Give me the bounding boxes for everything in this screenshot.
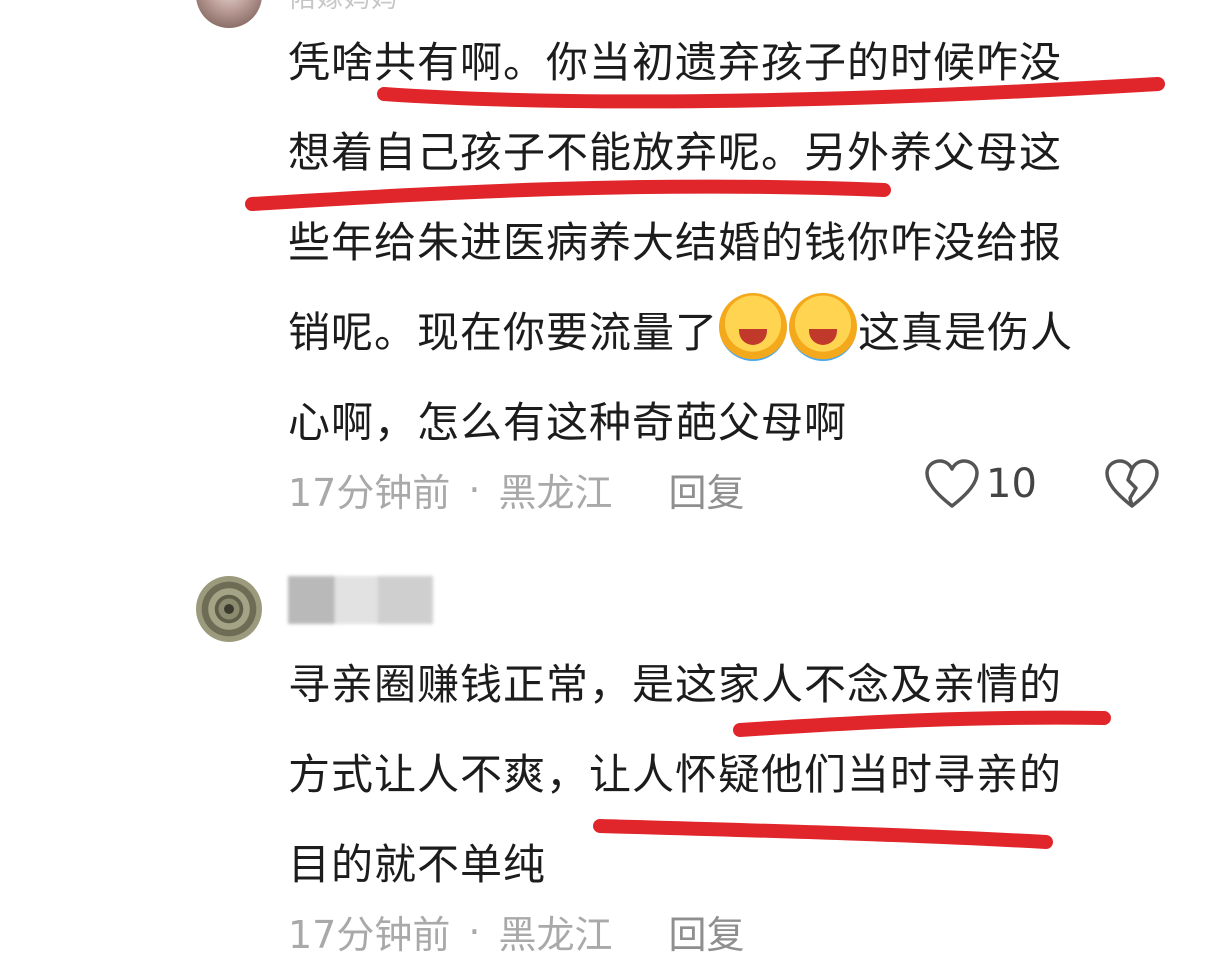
- comment-line: 寻亲圈赚钱正常，是这家人不念及亲情的: [288, 660, 1063, 709]
- timestamp: 17分钟前: [288, 471, 451, 515]
- comment-line-text: 这真是伤人: [858, 308, 1074, 357]
- location: 黑龙江: [498, 471, 613, 515]
- comment-line: 目的就不单纯: [288, 840, 547, 889]
- timestamp: 17分钟前: [288, 913, 451, 957]
- username[interactable]: 陪嫁妈妈: [290, 0, 398, 15]
- comment-meta: 17分钟前 · 黑龙江 回复: [288, 462, 744, 517]
- like-button[interactable]: 10: [924, 458, 1037, 510]
- comment-body: 凭啥共有啊。你当初遗弃孩子的时候咋没 想着自己孩子不能放弃呢。另外养父母这 些年…: [288, 18, 1168, 468]
- avatar[interactable]: [196, 0, 262, 28]
- broken-heart-icon[interactable]: [1104, 458, 1160, 510]
- comment-line: 销呢。现在你要流量了 这真是伤人: [288, 288, 1168, 378]
- facepalm-laugh-cry-emoji: [789, 293, 858, 361]
- comment-line: 方式让人不爽，让人怀疑他们当时寻亲的: [288, 750, 1063, 799]
- reply-button[interactable]: 回复: [668, 904, 744, 959]
- heart-outline-icon: [925, 459, 979, 508]
- comment-line-text: 销呢。现在你要流量了: [288, 308, 719, 357]
- facepalm-laugh-cry-emoji: [719, 293, 788, 361]
- avatar[interactable]: [196, 576, 262, 642]
- location: 黑龙江: [498, 913, 613, 957]
- separator: ·: [468, 467, 481, 512]
- comment-body: 寻亲圈赚钱正常，是这家人不念及亲情的 方式让人不爽，让人怀疑他们当时寻亲的 目的…: [288, 640, 1168, 910]
- reply-button[interactable]: 回复: [668, 462, 744, 517]
- blurred-username[interactable]: [288, 576, 433, 624]
- comment-line: 些年给朱进医病养大结婚的钱你咋没给报: [288, 218, 1063, 267]
- separator: ·: [468, 909, 481, 954]
- comment-line: 想着自己孩子不能放弃呢。另外养父母这: [288, 128, 1063, 177]
- like-count: 10: [986, 461, 1037, 507]
- comment-line: 心啊，怎么有这种奇葩父母啊: [288, 398, 848, 447]
- comment-line: 凭啥共有啊。你当初遗弃孩子的时候咋没: [288, 38, 1063, 87]
- comment-meta: 17分钟前 · 黑龙江 回复: [288, 904, 744, 959]
